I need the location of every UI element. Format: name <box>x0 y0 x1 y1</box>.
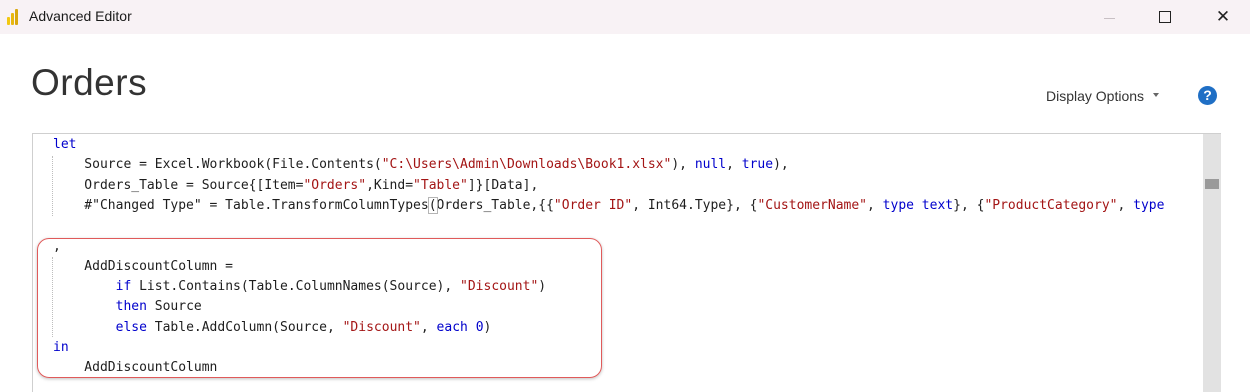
code-line: AddDiscountColumn <box>53 358 217 378</box>
code-token: AddDiscountColumn <box>53 360 218 376</box>
display-options-dropdown[interactable]: Display Options <box>1046 88 1160 104</box>
display-options-label: Display Options <box>1046 88 1145 104</box>
code-token: "C:\Users\Admin\Downloads\Book1.xlsx" <box>381 157 672 173</box>
code-token: in <box>53 340 69 355</box>
code-token: ), <box>773 157 789 173</box>
advanced-editor-window: Advanced Editor ✕ Orders Display Options… <box>0 0 1250 392</box>
code-token: "CustomerName" <box>757 197 868 213</box>
code-line: else Table.AddColumn(Source, "Discount",… <box>53 318 492 338</box>
code-token: , <box>867 197 883 213</box>
maximize-icon <box>1159 11 1171 23</box>
title-bar: Advanced Editor ✕ <box>0 0 1250 34</box>
code-line: AddDiscountColumn = <box>53 257 233 277</box>
code-token: Table.AddColumn(Source, <box>146 319 343 335</box>
close-icon: ✕ <box>1215 7 1231 26</box>
code-token: AddDiscountColumn = <box>53 258 234 274</box>
code-token: , <box>1117 197 1134 213</box>
help-icon[interactable]: ? <box>1198 86 1217 105</box>
code-line: Source = Excel.Workbook(File.Contents("C… <box>53 155 789 175</box>
code-token: "Table" <box>413 177 468 193</box>
code-token: each <box>436 319 468 335</box>
code-token: ) <box>538 279 547 295</box>
code-token: , Int64.Type}, { <box>632 197 758 213</box>
code-line: Orders_Table = Source{[Item="Orders",Kin… <box>53 176 538 196</box>
code-token: "ProductCategory" <box>984 197 1118 213</box>
code-token: "Orders" <box>303 177 367 193</box>
code-token: 0 <box>475 319 484 335</box>
code-token: Source = Excel.Workbook(File.Contents( <box>53 157 382 173</box>
code-token: else <box>115 319 147 335</box>
code-token: "Discount" <box>460 279 539 295</box>
window-title: Advanced Editor <box>29 8 132 24</box>
code-token: #"Changed Type" = Table.TransformColumnT… <box>53 197 429 213</box>
code-line: then Source <box>53 297 202 317</box>
code-token: "Discount" <box>342 319 421 335</box>
code-token: ( <box>427 196 438 214</box>
code-token: ]}[Data], <box>467 177 539 193</box>
vertical-scrollbar[interactable] <box>1203 134 1221 392</box>
code-token: type <box>1133 197 1165 213</box>
code-token: Source <box>146 299 202 315</box>
code-line: #"Changed Type" = Table.TransformColumnT… <box>53 196 1164 216</box>
chevron-down-icon <box>1153 93 1160 97</box>
code-line: if List.Contains(Table.ColumnNames(Sourc… <box>53 277 547 297</box>
code-token: type text <box>882 197 954 213</box>
code-token: , <box>53 238 61 254</box>
code-editor[interactable]: let Source = Excel.Workbook(File.Content… <box>32 133 1221 392</box>
code-token: Orders_Table,{{ <box>436 197 554 213</box>
maximize-button[interactable] <box>1142 0 1188 34</box>
code-token: then <box>115 299 147 315</box>
code-token: ,Kind= <box>366 177 414 193</box>
query-name-title: Orders <box>31 62 148 103</box>
code-token: List.Contains(Table.ColumnNames(Source), <box>131 279 461 295</box>
minimize-icon <box>1103 17 1115 19</box>
code-token: ) <box>483 319 492 335</box>
code-token: Orders_Table = Source{[Item= <box>53 177 304 193</box>
code-token: , <box>420 319 437 335</box>
close-button[interactable]: ✕ <box>1200 0 1246 34</box>
code-line: let <box>53 135 76 155</box>
power-bi-icon <box>7 8 21 25</box>
code-token: true <box>741 157 774 173</box>
code-token: if <box>115 279 132 295</box>
code-token: let <box>53 137 77 152</box>
minimize-button[interactable] <box>1086 0 1132 34</box>
code-line: in <box>53 338 69 358</box>
code-line: , <box>53 237 61 257</box>
scrollbar-thumb[interactable] <box>1205 179 1219 189</box>
code-token: "Order ID" <box>553 197 633 213</box>
code-token: ), <box>671 157 695 173</box>
code-token: }, { <box>953 197 985 213</box>
code-token: , <box>726 157 742 173</box>
code-token: null <box>694 157 727 173</box>
